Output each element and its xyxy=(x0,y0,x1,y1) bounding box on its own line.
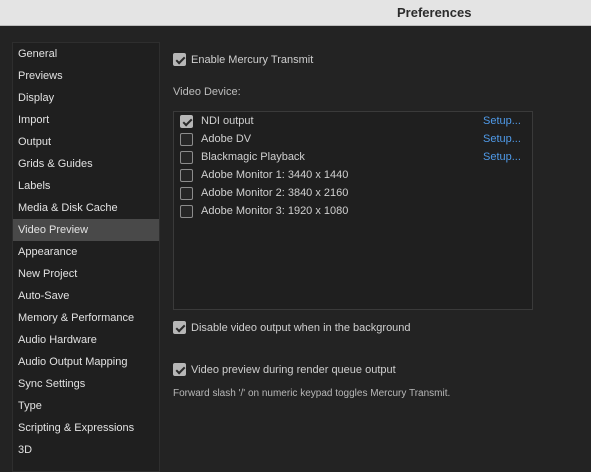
preferences-sidebar: General Previews Display Import Output G… xyxy=(12,42,160,472)
window-title: Preferences xyxy=(397,5,472,20)
device-name: Adobe Monitor 2: 3840 x 2160 xyxy=(201,187,349,199)
checkbox-icon[interactable] xyxy=(180,186,193,200)
sidebar-item-media-disk-cache[interactable]: Media & Disk Cache xyxy=(13,197,159,219)
setup-link[interactable]: Setup... xyxy=(483,133,521,145)
sidebar-item-sync-settings[interactable]: Sync Settings xyxy=(13,373,159,395)
device-row-adobe-dv[interactable]: Adobe DV Setup... xyxy=(180,130,526,148)
checkmark-icon[interactable] xyxy=(173,363,186,376)
sidebar-item-type[interactable]: Type xyxy=(13,395,159,417)
sidebar-item-import[interactable]: Import xyxy=(13,109,159,131)
sidebar-item-display[interactable]: Display xyxy=(13,87,159,109)
render-queue-preview-label: Video preview during render queue output xyxy=(191,363,396,376)
device-name: NDI output xyxy=(201,115,254,127)
sidebar-item-previews[interactable]: Previews xyxy=(13,65,159,87)
sidebar-item-labels[interactable]: Labels xyxy=(13,175,159,197)
mercury-transmit-hint: Forward slash '/' on numeric keypad togg… xyxy=(173,388,451,399)
device-name: Blackmagic Playback xyxy=(201,151,305,163)
sidebar-item-output[interactable]: Output xyxy=(13,131,159,153)
video-device-label: Video Device: xyxy=(173,86,241,98)
device-name: Adobe Monitor 3: 1920 x 1080 xyxy=(201,205,349,217)
device-row-adobe-monitor-3[interactable]: Adobe Monitor 3: 1920 x 1080 xyxy=(180,202,526,220)
checkmark-icon[interactable] xyxy=(173,321,186,334)
device-name: Adobe Monitor 1: 3440 x 1440 xyxy=(201,169,349,181)
checkbox-icon[interactable] xyxy=(180,132,193,146)
render-queue-preview-checkbox[interactable]: Video preview during render queue output xyxy=(173,363,396,376)
device-row-blackmagic-playback[interactable]: Blackmagic Playback Setup... xyxy=(180,148,526,166)
sidebar-item-video-preview[interactable]: Video Preview xyxy=(13,219,159,241)
sidebar-item-general[interactable]: General xyxy=(13,43,159,65)
sidebar-item-audio-hardware[interactable]: Audio Hardware xyxy=(13,329,159,351)
checkbox-icon[interactable] xyxy=(180,168,193,182)
enable-mercury-transmit-checkbox[interactable]: Enable Mercury Transmit xyxy=(173,53,313,66)
checkmark-icon[interactable] xyxy=(173,53,186,66)
checkbox-icon[interactable] xyxy=(180,204,193,218)
checkmark-icon[interactable] xyxy=(180,114,193,128)
enable-mercury-transmit-label: Enable Mercury Transmit xyxy=(191,53,314,66)
device-row-ndi-output[interactable]: NDI output Setup... xyxy=(180,112,526,130)
device-name: Adobe DV xyxy=(201,133,252,145)
device-row-adobe-monitor-1[interactable]: Adobe Monitor 1: 3440 x 1440 xyxy=(180,166,526,184)
sidebar-item-scripting-expressions[interactable]: Scripting & Expressions xyxy=(13,417,159,439)
disable-background-output-label: Disable video output when in the backgro… xyxy=(191,321,411,334)
sidebar-item-audio-output-mapping[interactable]: Audio Output Mapping xyxy=(13,351,159,373)
setup-link[interactable]: Setup... xyxy=(483,115,521,127)
sidebar-item-memory-performance[interactable]: Memory & Performance xyxy=(13,307,159,329)
sidebar-item-auto-save[interactable]: Auto-Save xyxy=(13,285,159,307)
sidebar-item-new-project[interactable]: New Project xyxy=(13,263,159,285)
disable-background-output-checkbox[interactable]: Disable video output when in the backgro… xyxy=(173,321,411,334)
setup-link[interactable]: Setup... xyxy=(483,151,521,163)
sidebar-item-3d[interactable]: 3D xyxy=(13,439,159,461)
window-titlebar: Preferences xyxy=(0,0,591,26)
sidebar-item-appearance[interactable]: Appearance xyxy=(13,241,159,263)
sidebar-item-grids-guides[interactable]: Grids & Guides xyxy=(13,153,159,175)
video-device-list: NDI output Setup... Adobe DV Setup... Bl… xyxy=(173,111,533,310)
checkbox-icon[interactable] xyxy=(180,150,193,164)
device-row-adobe-monitor-2[interactable]: Adobe Monitor 2: 3840 x 2160 xyxy=(180,184,526,202)
